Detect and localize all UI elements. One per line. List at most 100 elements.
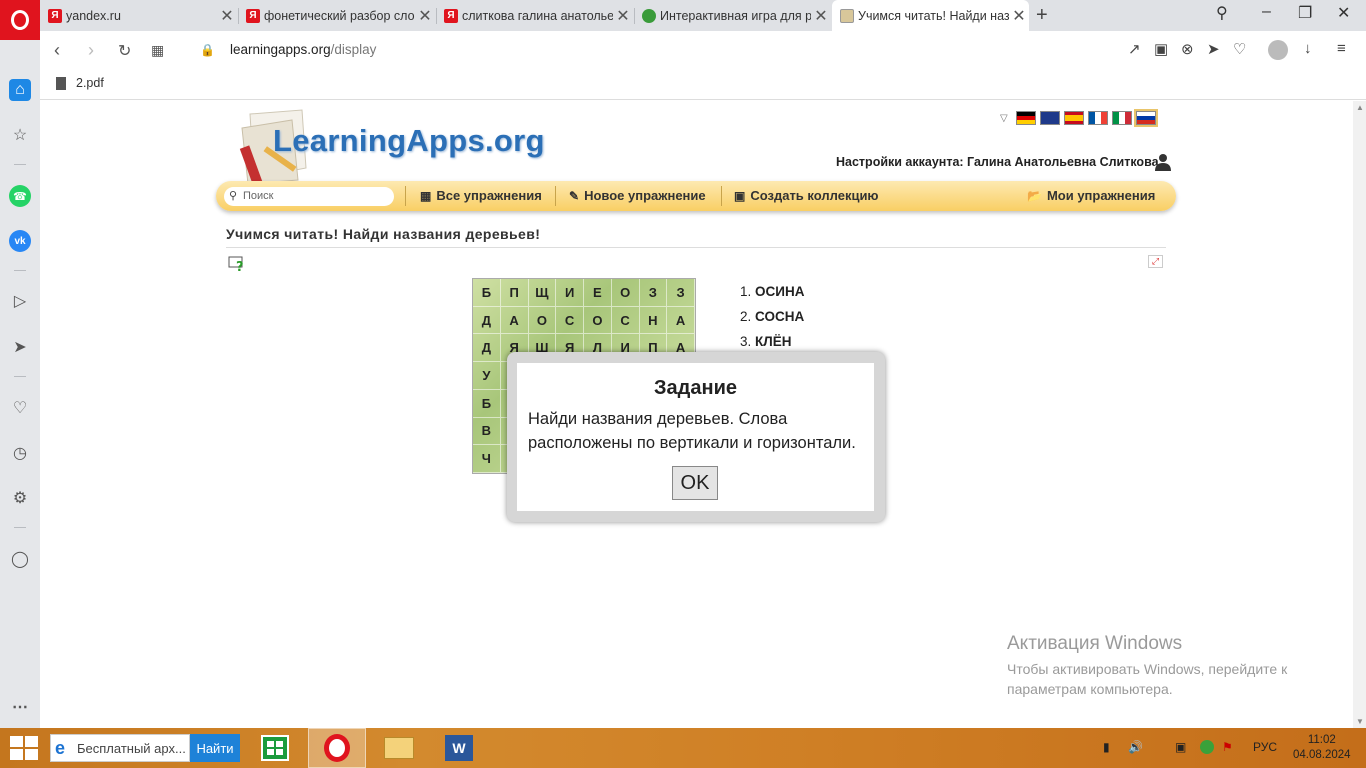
tab-slitkova[interactable]: Я слиткова галина анатолье ✕ bbox=[436, 0, 633, 31]
tab-interactive-game[interactable]: Интерактивная игра для р ✕ bbox=[634, 0, 831, 31]
grid-cell[interactable]: Д bbox=[473, 306, 501, 335]
tray-app-icon[interactable] bbox=[1200, 740, 1214, 754]
grid-cell[interactable]: С bbox=[611, 306, 640, 335]
heart-icon[interactable]: ♡ bbox=[9, 397, 31, 419]
player-icon[interactable]: ▷ bbox=[9, 290, 31, 312]
close-tab-icon[interactable]: ✕ bbox=[415, 6, 435, 26]
settings-icon[interactable]: ⚙ bbox=[9, 487, 31, 509]
easy-setup-icon[interactable]: ≡ bbox=[1337, 40, 1346, 57]
nav-all-exercises[interactable]: ▦ Все упражнения bbox=[420, 188, 542, 203]
grid-cell[interactable]: О bbox=[528, 306, 557, 335]
ok-button[interactable]: OK bbox=[672, 466, 718, 500]
url-field[interactable]: learningapps.org/display bbox=[230, 42, 376, 57]
tab-learningapps[interactable]: Учимся читать! Найди наз ✕ bbox=[832, 0, 1029, 31]
grid-cell[interactable]: Б bbox=[473, 389, 501, 418]
account-settings-link[interactable]: Настройки аккаунта: Галина Анатольевна С… bbox=[836, 155, 1159, 169]
tray-network-icon[interactable]: ▮ bbox=[1103, 740, 1110, 754]
download-icon[interactable]: ↓ bbox=[1304, 40, 1312, 57]
word-app-icon[interactable]: W bbox=[430, 728, 488, 768]
user-icon[interactable] bbox=[1154, 153, 1172, 171]
chevron-down-icon[interactable]: ▽ bbox=[1000, 113, 1008, 124]
language-indicator[interactable]: РУС bbox=[1253, 740, 1277, 754]
grid-cell[interactable]: А bbox=[500, 306, 529, 335]
scroll-down-icon[interactable]: ▼ bbox=[1356, 717, 1364, 726]
star-icon[interactable]: ☆ bbox=[9, 124, 31, 146]
back-icon[interactable]: ‹ bbox=[54, 40, 60, 61]
nav-new-exercise[interactable]: ✎ Новое упражнение bbox=[569, 188, 706, 203]
taskbar-search-button[interactable]: Найти bbox=[190, 734, 240, 762]
nav-my-exercises[interactable]: 📂 Мои упражнения bbox=[1027, 188, 1155, 203]
store-app-icon[interactable] bbox=[246, 728, 304, 768]
adblock-icon[interactable]: ⊗ bbox=[1181, 40, 1194, 58]
bookmark-pdf[interactable]: 2.pdf bbox=[56, 76, 104, 90]
home-icon[interactable]: ⌂ bbox=[9, 79, 31, 101]
grid-cell[interactable]: А bbox=[667, 306, 695, 335]
windows-start-button[interactable] bbox=[10, 736, 38, 760]
grid-cell[interactable]: О bbox=[611, 279, 640, 307]
scroll-up-icon[interactable]: ▲ bbox=[1356, 103, 1364, 112]
vk-icon[interactable]: vk bbox=[9, 230, 31, 252]
page-scrollbar[interactable]: ▲ ▼ bbox=[1353, 101, 1366, 728]
history-icon[interactable]: ◷ bbox=[9, 442, 31, 464]
camera-icon[interactable]: ▣ bbox=[1154, 40, 1168, 58]
grid-cell[interactable]: П bbox=[500, 279, 529, 307]
lightbulb-icon[interactable]: ◯ bbox=[9, 548, 31, 570]
flag-it[interactable] bbox=[1111, 111, 1132, 125]
flag-ru[interactable] bbox=[1133, 109, 1158, 127]
flag-en[interactable] bbox=[1039, 111, 1060, 125]
share-icon[interactable]: ↗ bbox=[1128, 40, 1141, 58]
grid-cell[interactable]: Д bbox=[473, 334, 501, 363]
tab-yandex[interactable]: Я yandex.ru ✕ bbox=[40, 0, 237, 31]
close-tab-icon[interactable]: ✕ bbox=[1009, 6, 1029, 26]
grid-cell[interactable]: З bbox=[667, 279, 695, 307]
flag-es[interactable] bbox=[1063, 111, 1084, 125]
search-input[interactable]: ⚲ Поиск bbox=[224, 187, 394, 206]
fullscreen-icon[interactable]: ⤢ bbox=[1148, 255, 1163, 268]
system-clock[interactable]: 11:02 04.08.2024 bbox=[1293, 733, 1351, 763]
divider bbox=[226, 247, 1166, 248]
reload-icon[interactable]: ↻ bbox=[118, 41, 131, 61]
grid-cell[interactable]: З bbox=[639, 279, 668, 307]
site-logo[interactable]: LearningApps.org bbox=[273, 123, 545, 159]
search-tabs-icon[interactable]: ⚲ bbox=[1216, 3, 1228, 23]
grid-cell[interactable]: Е bbox=[584, 279, 612, 307]
opera-menu-button[interactable] bbox=[0, 0, 40, 40]
close-tab-icon[interactable]: ✕ bbox=[613, 6, 633, 26]
volume-icon[interactable]: 🔊 bbox=[1128, 740, 1143, 754]
globe-icon bbox=[642, 8, 656, 23]
send-icon[interactable]: ➤ bbox=[9, 336, 31, 358]
whatsapp-icon[interactable]: ☎ bbox=[9, 185, 31, 207]
grid-cell[interactable]: В bbox=[473, 417, 501, 446]
tray-devices-icon[interactable]: ▣ bbox=[1175, 740, 1186, 754]
flag-de[interactable] bbox=[1015, 111, 1036, 125]
tab-phonetic[interactable]: Я фонетический разбор сло ✕ bbox=[238, 0, 435, 31]
close-tab-icon[interactable]: ✕ bbox=[217, 6, 237, 26]
close-tab-icon[interactable]: ✕ bbox=[811, 6, 831, 26]
maximize-button[interactable]: ❐ bbox=[1298, 3, 1312, 23]
grid-cell[interactable]: Ч bbox=[473, 445, 501, 473]
send-page-icon[interactable]: ➤ bbox=[1207, 40, 1220, 58]
flag-fr[interactable] bbox=[1087, 111, 1108, 125]
tray-flag-icon[interactable]: ⚑ bbox=[1222, 740, 1233, 754]
help-icon[interactable]: ? bbox=[228, 255, 246, 273]
new-tab-button[interactable]: + bbox=[1036, 4, 1048, 27]
grid-cell[interactable]: С bbox=[556, 306, 584, 335]
grid-cell[interactable]: Б bbox=[473, 279, 501, 307]
more-icon[interactable]: ⋯ bbox=[9, 696, 31, 718]
forward-icon[interactable]: › bbox=[88, 40, 94, 61]
minimize-button[interactable]: – bbox=[1262, 3, 1271, 21]
profile-avatar[interactable] bbox=[1268, 40, 1288, 60]
grid-cell[interactable]: У bbox=[473, 362, 501, 390]
grid-cell[interactable]: И bbox=[556, 279, 584, 307]
grid-cell[interactable]: Щ bbox=[528, 279, 557, 307]
nav-create-collection[interactable]: ▣ Создать коллекцию bbox=[734, 188, 879, 203]
tabs-grid-icon[interactable]: ▦ bbox=[151, 42, 164, 59]
grid-cell[interactable]: О bbox=[584, 306, 612, 335]
grid-cell[interactable]: Н bbox=[639, 306, 668, 335]
bookmark-heart-icon[interactable]: ♡ bbox=[1233, 40, 1246, 58]
taskbar-search-input[interactable]: e Бесплатный арх... bbox=[50, 734, 190, 762]
file-explorer-icon[interactable] bbox=[370, 728, 428, 768]
yandex-icon: Я bbox=[246, 8, 260, 23]
close-window-button[interactable]: ✕ bbox=[1337, 3, 1350, 23]
opera-app-icon[interactable] bbox=[308, 728, 366, 768]
